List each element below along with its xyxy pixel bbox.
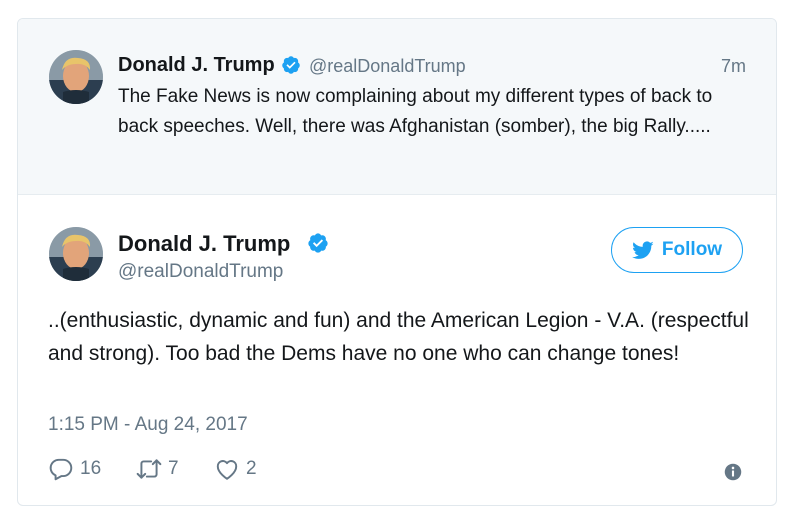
author-handle[interactable]: @realDonaldTrump <box>118 261 283 283</box>
reply-button[interactable]: 16 <box>48 455 101 483</box>
avatar-portrait-icon <box>49 50 103 104</box>
retweet-button[interactable]: 7 <box>136 455 179 483</box>
reply-bubble-icon <box>49 458 73 481</box>
verified-badge-icon <box>282 56 300 74</box>
verified-badge-icon <box>308 233 328 253</box>
avatar[interactable] <box>49 227 103 281</box>
like-count: 2 <box>246 458 257 479</box>
parent-tweet-text: The Fake News is now complaining about m… <box>118 86 713 137</box>
reply-count: 16 <box>80 458 102 479</box>
retweet-count: 7 <box>168 458 179 479</box>
tweet-time-ago[interactable]: 7m <box>721 56 746 77</box>
author-name[interactable]: Donald J. Trump <box>118 54 275 77</box>
tweet-embed-card: Donald J. Trump @realDonaldTrump 7m The … <box>17 18 777 506</box>
avatar[interactable] <box>49 50 103 104</box>
tweet-timestamp[interactable]: 1:15 PM - Aug 24, 2017 <box>48 414 248 436</box>
author-handle[interactable]: @realDonaldTrump <box>309 56 466 77</box>
follow-label: Follow <box>661 239 723 260</box>
follow-button[interactable]: Follow <box>611 227 743 273</box>
heart-outline-icon <box>216 460 238 480</box>
like-button[interactable]: 2 <box>214 455 257 483</box>
tweet-actions: 16 7 2 <box>48 455 748 483</box>
parent-tweet[interactable]: Donald J. Trump @realDonaldTrump 7m The … <box>18 19 776 195</box>
avatar-portrait-icon <box>49 227 103 281</box>
retweet-arrows-icon <box>136 459 162 479</box>
author-name[interactable]: Donald J. Trump <box>118 231 290 257</box>
twitter-bird-icon <box>631 241 654 259</box>
info-circle-icon[interactable] <box>724 463 742 481</box>
tweet-text: ..(enthusiastic, dynamic and fun) and th… <box>48 309 749 365</box>
